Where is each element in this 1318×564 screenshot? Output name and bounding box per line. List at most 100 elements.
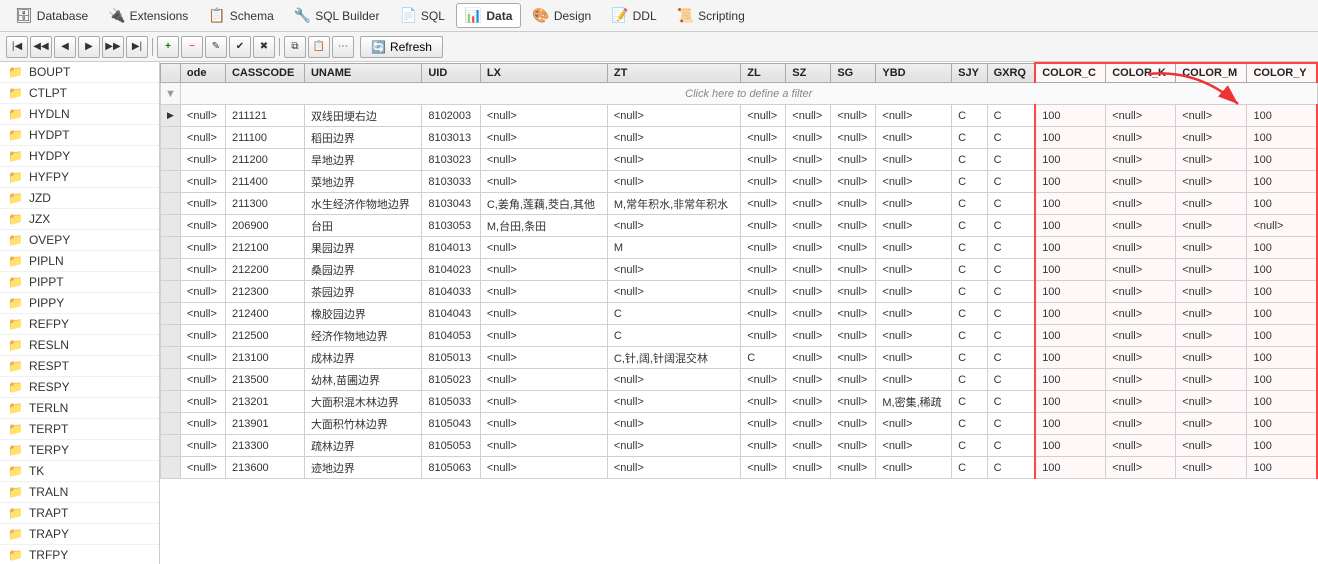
cell-sz: <null> xyxy=(786,105,831,127)
sidebar-item-pippt[interactable]: 📁PIPPT xyxy=(0,272,159,293)
col-header-color-c[interactable]: COLOR_C xyxy=(1035,63,1106,83)
nav-save-button[interactable]: ✔ xyxy=(229,36,251,58)
col-header-uname[interactable]: UNAME xyxy=(304,63,421,83)
sidebar-item-trapy[interactable]: 📁TRAPY xyxy=(0,524,159,545)
sidebar-item-hydpy[interactable]: 📁HYDPY xyxy=(0,146,159,167)
table-row[interactable]: <null>212500经济作物地边界8104053<null>C<null><… xyxy=(161,325,1318,347)
nav-delete-button[interactable]: − xyxy=(181,36,203,58)
col-header-zl[interactable]: ZL xyxy=(741,63,786,83)
sidebar-item-pipln[interactable]: 📁PIPLN xyxy=(0,251,159,272)
sidebar-item-terpt[interactable]: 📁TERPT xyxy=(0,419,159,440)
nav-prev-button[interactable]: ◀ xyxy=(54,36,76,58)
table-row[interactable]: <null>206900台田8103053M,台田,条田<null><null>… xyxy=(161,215,1318,237)
table-row[interactable]: <null>211400菜地边界8103033<null><null><null… xyxy=(161,171,1318,193)
toolbar-tab-ddl[interactable]: 📝 DDL xyxy=(602,3,665,28)
col-header-sg[interactable]: SG xyxy=(831,63,876,83)
sidebar-item-trapt[interactable]: 📁TRAPT xyxy=(0,503,159,524)
col-header-sjy[interactable]: SJY xyxy=(952,63,987,83)
sidebar-item-respt[interactable]: 📁RESPT xyxy=(0,356,159,377)
table-row[interactable]: <null>211200旱地边界8103023<null><null><null… xyxy=(161,149,1318,171)
sidebar-item-ovepy[interactable]: 📁OVEPY xyxy=(0,230,159,251)
sidebar-item-refpy[interactable]: 📁REFPY xyxy=(0,314,159,335)
cell-color-k: <null> xyxy=(1106,457,1176,479)
cell-casscode: 211400 xyxy=(225,171,304,193)
sidebar-item-jzd[interactable]: 📁JZD xyxy=(0,188,159,209)
sidebar-item-terln[interactable]: 📁TERLN xyxy=(0,398,159,419)
nav-first-button[interactable]: |◀ xyxy=(6,36,28,58)
cell-uid: 8103053 xyxy=(422,215,481,237)
col-header-casscode[interactable]: CASSCODE xyxy=(225,63,304,83)
sidebar-item-tk[interactable]: 📁TK xyxy=(0,461,159,482)
col-header-zt[interactable]: ZT xyxy=(607,63,740,83)
toolbar-tab-scripting[interactable]: 📜 Scripting xyxy=(668,3,754,28)
toolbar-tab-sql-builder[interactable]: 🔧 SQL Builder xyxy=(285,3,389,28)
cell-gxrq: C xyxy=(987,325,1035,347)
sidebar-item-boupt[interactable]: 📁BOUPT xyxy=(0,62,159,83)
nav-next-button[interactable]: ▶ xyxy=(78,36,100,58)
table-row[interactable]: <null>212400橡胶园边界8104043<null>C<null><nu… xyxy=(161,303,1318,325)
table-row[interactable]: <null>211100稻田边界8103013<null><null><null… xyxy=(161,127,1318,149)
nav-last-button[interactable]: ▶| xyxy=(126,36,148,58)
table-row[interactable]: <null>213500幼林,苗圃边界8105023<null><null><n… xyxy=(161,369,1318,391)
cell-lx: <null> xyxy=(480,303,607,325)
col-header-gxrq[interactable]: GXRQ xyxy=(987,63,1035,83)
filter-hint[interactable]: Click here to define a filter xyxy=(180,83,1317,105)
sidebar-item-resln[interactable]: 📁RESLN xyxy=(0,335,159,356)
sidebar-item-terpy[interactable]: 📁TERPY xyxy=(0,440,159,461)
cell-color-y: 100 xyxy=(1247,391,1317,413)
nav-cancel-button[interactable]: ✖ xyxy=(253,36,275,58)
toolbar-tab-design[interactable]: 🎨 Design xyxy=(523,3,600,28)
nav-paste-button[interactable]: 📋 xyxy=(308,36,330,58)
sidebar-item-traln[interactable]: 📁TRALN xyxy=(0,482,159,503)
cell-uname: 菜地边界 xyxy=(304,171,421,193)
table-row[interactable]: <null>212200桑园边界8104023<null><null><null… xyxy=(161,259,1318,281)
folder-icon: 📁 xyxy=(8,296,23,310)
sidebar-item-trfpy[interactable]: 📁TRFPY xyxy=(0,545,159,564)
refresh-button[interactable]: 🔄 Refresh xyxy=(360,36,443,58)
filter-row[interactable]: ▼ Click here to define a filter xyxy=(161,83,1318,105)
cell-gxrq: C xyxy=(987,215,1035,237)
sidebar-item-pippy[interactable]: 📁PIPPY xyxy=(0,293,159,314)
cell-sg: <null> xyxy=(831,215,876,237)
sidebar-item-ctlpt[interactable]: 📁CTLPT xyxy=(0,83,159,104)
sidebar-item-respy[interactable]: 📁RESPY xyxy=(0,377,159,398)
table-row[interactable]: <null>213901大面积竹林边界8105043<null><null><n… xyxy=(161,413,1318,435)
col-header-ode[interactable]: ode xyxy=(180,63,225,83)
col-header-color-m[interactable]: COLOR_M xyxy=(1176,63,1247,83)
table-row[interactable]: <null>213600迹地边界8105063<null><null><null… xyxy=(161,457,1318,479)
nav-prev-page-button[interactable]: ◀◀ xyxy=(30,36,52,58)
col-header-sz[interactable]: SZ xyxy=(786,63,831,83)
nav-copy-button[interactable]: ⧉ xyxy=(284,36,306,58)
cell-casscode: 213901 xyxy=(225,413,304,435)
table-row[interactable]: <null>212300茶园边界8104033<null><null><null… xyxy=(161,281,1318,303)
cell-color-c: 100 xyxy=(1035,457,1106,479)
toolbar-tab-sql[interactable]: 📄 SQL xyxy=(390,3,453,28)
nav-add-button[interactable]: + xyxy=(157,36,179,58)
sidebar-item-hydpt[interactable]: 📁HYDPT xyxy=(0,125,159,146)
table-row[interactable]: <null>213201大面积混木林边界8105033<null><null><… xyxy=(161,391,1318,413)
table-row[interactable]: ▶<null>211121双线田埂右边8102003<null><null><n… xyxy=(161,105,1318,127)
cell-sjy: C xyxy=(952,303,987,325)
nav-edit-button[interactable]: ✎ xyxy=(205,36,227,58)
toolbar-tab-schema[interactable]: 📋 Schema xyxy=(199,3,282,28)
nav-more-button[interactable]: ⋯ xyxy=(332,36,354,58)
col-header-ybd[interactable]: YBD xyxy=(876,63,952,83)
table-row[interactable]: <null>213300疏林边界8105053<null><null><null… xyxy=(161,435,1318,457)
col-header-uid[interactable]: UID xyxy=(422,63,481,83)
col-header-lx[interactable]: LX xyxy=(480,63,607,83)
toolbar-tab-database[interactable]: 🗄 Database xyxy=(6,3,97,28)
col-header-color-y[interactable]: COLOR_Y xyxy=(1247,63,1317,83)
sidebar-item-hyfpy[interactable]: 📁HYFPY xyxy=(0,167,159,188)
table-area[interactable]: odeCASSCODEUNAMEUIDLXZTZLSZSGYBDSJYGXRQC… xyxy=(160,62,1318,564)
nav-next-page-button[interactable]: ▶▶ xyxy=(102,36,124,58)
toolbar-tab-extensions[interactable]: 🔌 Extensions xyxy=(99,3,197,28)
table-row[interactable]: <null>212100果园边界8104013<null>M<null><nul… xyxy=(161,237,1318,259)
sidebar-item-jzx[interactable]: 📁JZX xyxy=(0,209,159,230)
table-row[interactable]: <null>213100成林边界8105013<null>C,针,阔,针阔混交林… xyxy=(161,347,1318,369)
folder-icon: 📁 xyxy=(8,464,23,478)
col-header-color-k[interactable]: COLOR_K xyxy=(1106,63,1176,83)
sidebar-item-hydln[interactable]: 📁HYDLN xyxy=(0,104,159,125)
table-row[interactable]: <null>211300水生经济作物地边界8103043C,姜角,莲藕,茭白,其… xyxy=(161,193,1318,215)
cell-lx: <null> xyxy=(480,391,607,413)
toolbar-tab-data[interactable]: 📊 Data xyxy=(456,3,521,28)
